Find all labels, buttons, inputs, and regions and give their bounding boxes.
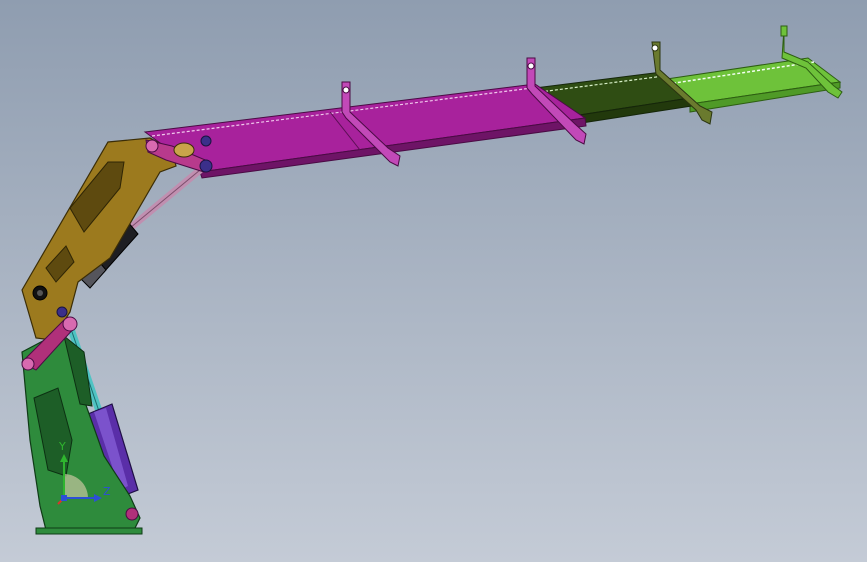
cad-viewport[interactable]: Y Z X (0, 0, 867, 562)
crane-base[interactable] (21, 306, 143, 535)
z-axis-label: Z (103, 485, 111, 498)
outer-boom[interactable] (143, 57, 587, 179)
y-axis-label: Y (59, 440, 66, 453)
crane-model[interactable] (0, 0, 867, 562)
inner-boom[interactable] (21, 135, 213, 341)
